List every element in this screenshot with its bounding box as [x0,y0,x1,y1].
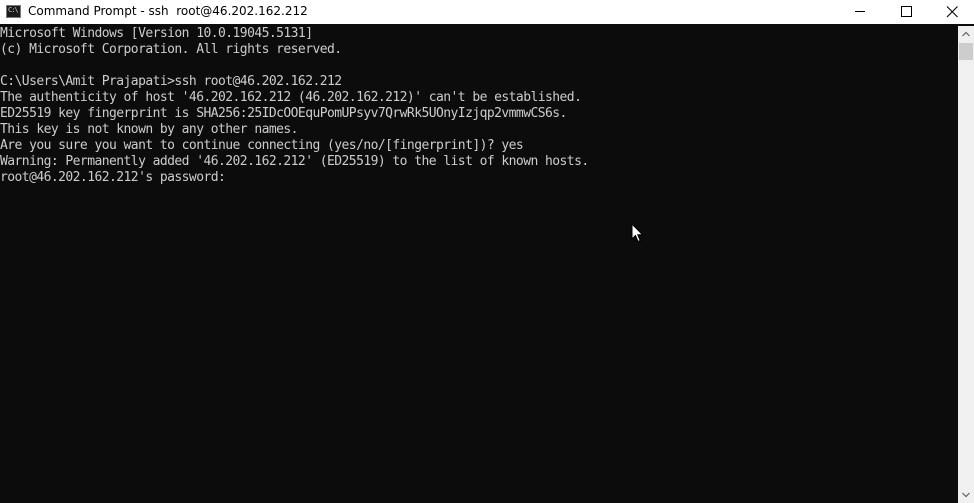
scroll-thumb[interactable] [959,43,973,60]
vertical-scrollbar[interactable] [958,26,974,503]
scroll-down-button[interactable] [958,487,974,503]
chevron-up-icon [962,31,970,37]
minimize-button[interactable] [837,0,883,24]
command-prompt-icon[interactable]: C:\ [6,5,21,18]
maximize-button[interactable] [883,0,929,24]
console-output[interactable]: Microsoft Windows [Version 10.0.19045.51… [0,26,958,503]
console-line: ED25519 key fingerprint is SHA256:25IDcO… [0,106,567,121]
window-title: Command Prompt - ssh root@46.202.162.212 [28,4,308,18]
console-line: Are you sure you want to continue connec… [0,138,524,153]
console-line: Microsoft Windows [Version 10.0.19045.51… [0,26,313,41]
scroll-up-button[interactable] [958,26,974,42]
command-prompt-icon-glyph: C:\ [8,6,19,14]
close-button[interactable] [929,0,974,24]
console-line: Warning: Permanently added '46.202.162.2… [0,154,589,169]
console-line: (c) Microsoft Corporation. All rights re… [0,42,342,57]
minimize-icon [855,11,865,12]
title-bar[interactable]: C:\ Command Prompt - ssh root@46.202.162… [0,0,974,24]
console-line: C:\Users\Amit Prajapati>ssh root@46.202.… [0,74,342,89]
mouse-pointer-icon [631,223,644,243]
console-line: This key is not known by any other names… [0,122,298,137]
console-line: The authenticity of host '46.202.162.212… [0,90,582,105]
command-prompt-window: C:\ Command Prompt - ssh root@46.202.162… [0,0,974,503]
maximize-icon [901,6,912,17]
chevron-down-icon [962,492,970,498]
close-icon [946,6,958,18]
password-prompt[interactable]: root@46.202.162.212's password: [0,170,226,186]
